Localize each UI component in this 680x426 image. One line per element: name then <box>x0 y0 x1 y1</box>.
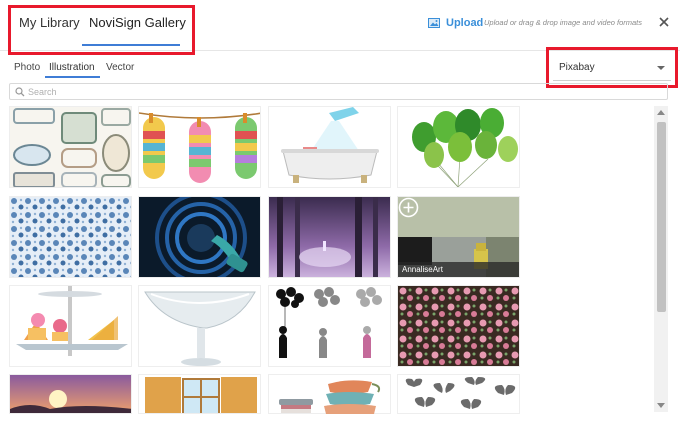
gallery-scrollbar[interactable] <box>654 106 668 412</box>
scroll-up-arrow-icon[interactable] <box>657 110 665 115</box>
bathtub-image <box>269 107 390 187</box>
tab-my-library[interactable]: My Library <box>19 15 80 30</box>
cupcake-stand-image <box>10 286 131 366</box>
filter-photo[interactable]: Photo <box>14 62 40 73</box>
gallery-item-teacups[interactable] <box>268 374 391 414</box>
upload-label: Upload <box>446 17 484 29</box>
gallery-item-bathtub[interactable] <box>268 106 391 188</box>
gallery-item-robot-toy[interactable]: AnnaliseArt <box>397 196 520 278</box>
gallery-item-green-balloons[interactable] <box>397 106 520 188</box>
sunset-image <box>10 375 131 413</box>
girl-balloons-image <box>269 286 390 366</box>
flip-flops-image <box>139 107 260 187</box>
close-icon[interactable] <box>656 14 672 30</box>
gallery-item-misty-forest[interactable] <box>268 196 391 278</box>
filter-vector[interactable]: Vector <box>106 62 134 73</box>
source-select-value: Pixabay <box>559 62 595 73</box>
active-filter-indicator <box>45 76 100 78</box>
gallery-item-blue-floral-pattern[interactable] <box>9 196 132 278</box>
telephone-image <box>139 197 260 277</box>
search-icon <box>15 87 25 97</box>
gallery-item-flip-flops[interactable] <box>138 106 261 188</box>
green-balloons-image <box>398 107 519 187</box>
image-author-label: AnnaliseArt <box>398 262 519 277</box>
gallery-item-telephone[interactable] <box>138 196 261 278</box>
media-gallery-dialog: My Library NoviSign Gallery Upload Uploa… <box>0 0 680 426</box>
teacups-image <box>324 380 381 414</box>
add-to-library-icon[interactable] <box>398 197 419 218</box>
butterflies-image <box>398 375 519 413</box>
gallery-item-rose-pattern[interactable] <box>397 285 520 367</box>
filter-illustration[interactable]: Illustration <box>49 62 95 73</box>
gallery-item-window[interactable] <box>138 374 261 414</box>
upload-hint: Upload or drag & drop image and video fo… <box>484 18 643 27</box>
gallery-item-glass-bowl[interactable] <box>138 285 261 367</box>
gallery-item-butterflies[interactable] <box>397 374 520 414</box>
blue-floral-pattern-image <box>10 197 131 277</box>
source-select[interactable]: Pixabay <box>553 56 671 81</box>
gallery-item-girl-balloons[interactable] <box>268 285 391 367</box>
chevron-down-icon <box>657 66 665 70</box>
dialog-header: My Library NoviSign Gallery Upload Uploa… <box>0 0 680 51</box>
window-image <box>139 375 260 413</box>
scroll-down-arrow-icon[interactable] <box>657 403 665 408</box>
vintage-frames-image <box>10 107 131 187</box>
gallery-item-cupcake-stand[interactable] <box>9 285 132 367</box>
tab-novisign-gallery[interactable]: NoviSign Gallery <box>89 15 186 30</box>
active-tab-indicator <box>82 44 180 46</box>
glass-bowl-image <box>139 286 260 366</box>
gallery-item-vintage-frames[interactable] <box>9 106 132 188</box>
rose-pattern-image <box>398 286 519 366</box>
search-input[interactable] <box>28 85 648 98</box>
scrollbar-thumb[interactable] <box>657 122 666 312</box>
search-box <box>9 83 668 100</box>
image-upload-icon <box>428 18 440 28</box>
gallery-item-sunset[interactable] <box>9 374 132 414</box>
upload-button[interactable]: Upload <box>428 17 483 29</box>
misty-forest-image <box>269 197 390 277</box>
